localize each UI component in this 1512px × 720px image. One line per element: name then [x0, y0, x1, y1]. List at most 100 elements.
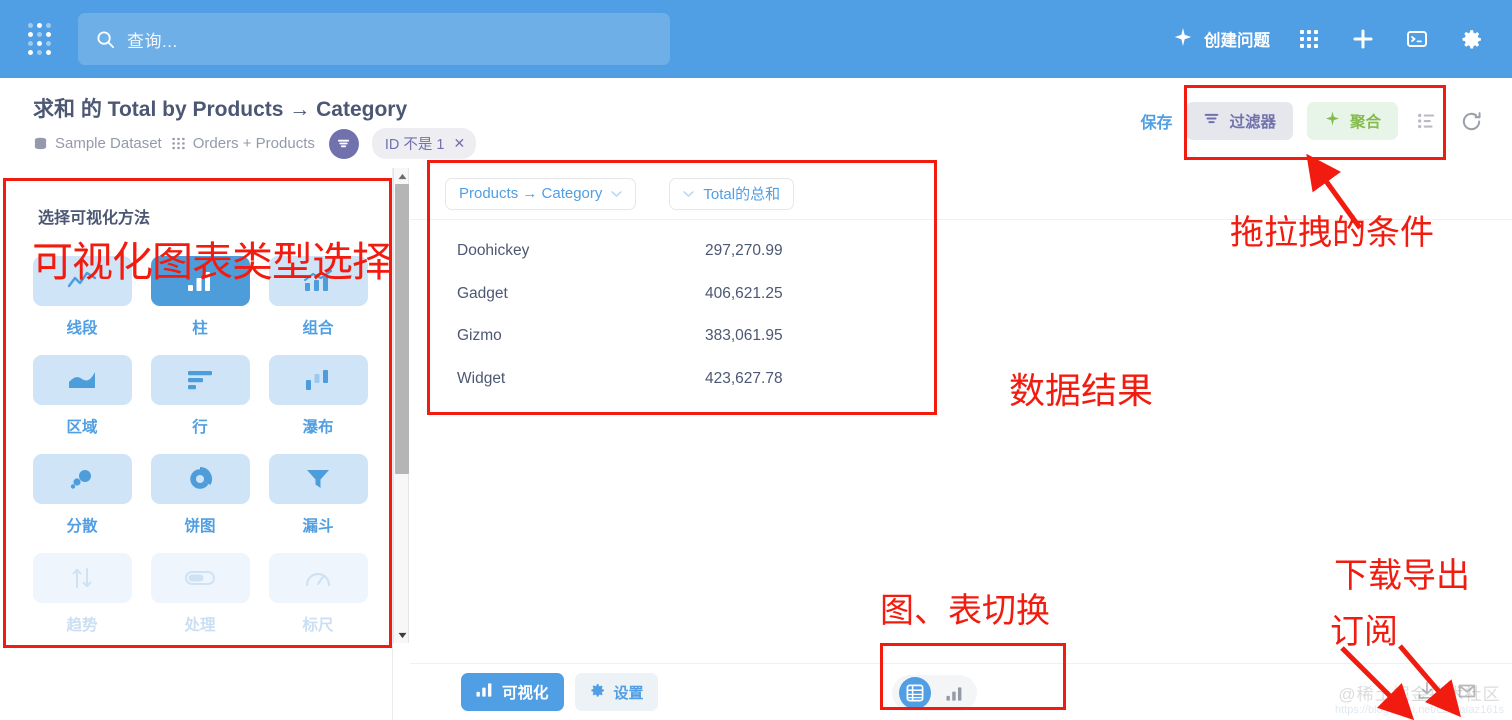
new-question-label: 创建问题 — [1204, 32, 1270, 50]
table-view-icon[interactable] — [899, 677, 931, 709]
viz-option-label: 分散 — [66, 518, 98, 535]
filter-button[interactable]: 过滤器 — [1186, 102, 1293, 140]
viz-option-label: 瀑布 — [302, 419, 334, 436]
close-icon[interactable]: ✕ — [454, 135, 466, 152]
bar-chart-icon — [476, 682, 493, 702]
table-row[interactable]: Doohickey 297,270.99 — [410, 230, 1512, 273]
navbar-actions: 创建问题 — [1172, 24, 1512, 54]
cell-total: 297,270.99 — [705, 242, 783, 260]
bottom-toolbar: 可视化 设置 — [410, 663, 1512, 720]
new-question-button[interactable]: 创建问题 — [1172, 26, 1270, 53]
viz-option-combo[interactable]: 组合 — [266, 256, 370, 338]
cell-total: 406,621.25 — [705, 284, 783, 302]
chart-view-icon[interactable] — [938, 677, 970, 709]
viz-panel-scrollbar[interactable] — [393, 168, 409, 643]
viz-option-trend[interactable]: 趋势 — [30, 553, 134, 635]
summarize-button[interactable]: 聚合 — [1306, 102, 1398, 140]
question-header: 求和 的 Total by Products → Category Sample… — [0, 78, 1512, 168]
viz-option-progress[interactable]: 处理 — [148, 553, 252, 635]
viz-option-label: 线段 — [66, 320, 98, 337]
chevron-down-icon — [683, 185, 695, 202]
progress-icon — [150, 553, 250, 603]
query-result-table: Products → Category Total的总和 Doohickey 2… — [410, 168, 1512, 663]
top-navbar: 查询... 创建问题 — [0, 0, 1512, 78]
cell-total: 423,627.78 — [705, 369, 783, 387]
viz-option-label: 组合 — [302, 320, 334, 337]
viz-option-pie[interactable]: 饼图 — [148, 454, 252, 536]
line-chart-icon — [32, 256, 132, 306]
search-placeholder: 查询... — [127, 31, 178, 51]
breadcrumb: Sample Dataset Orders + Products ID 不是 1… — [33, 128, 477, 159]
scroll-down-icon[interactable] — [394, 627, 410, 643]
viz-option-funnel[interactable]: 漏斗 — [266, 454, 370, 536]
view-toggle-group — [892, 675, 977, 711]
breadcrumb-table[interactable]: Orders + Products — [171, 135, 315, 152]
viz-option-bar[interactable]: 柱 — [148, 256, 252, 338]
table-row[interactable]: Widget 423,627.78 — [410, 358, 1512, 401]
viz-option-label: 趋势 — [66, 617, 98, 634]
viz-option-area[interactable]: 区域 — [30, 355, 134, 437]
table-column-header-category[interactable]: Products → Category — [445, 177, 637, 210]
plus-icon[interactable] — [1348, 24, 1378, 54]
metabase-logo[interactable] — [0, 23, 78, 55]
filter-chip[interactable]: ID 不是 1 ✕ — [371, 128, 477, 159]
page-title-main: Total by Products → Category — [107, 98, 408, 121]
row-chart-icon — [150, 355, 250, 405]
visualization-button[interactable]: 可视化 — [461, 673, 564, 711]
gear-icon — [589, 682, 606, 703]
scrollbar-thumb[interactable] — [395, 184, 409, 474]
sql-terminal-icon[interactable] — [1402, 24, 1432, 54]
viz-option-label: 标尺 — [302, 617, 334, 634]
cell-category: Doohickey — [457, 242, 530, 260]
table-column-header-total[interactable]: Total的总和 — [669, 177, 795, 210]
sparkle-icon — [1172, 26, 1194, 53]
settings-button[interactable]: 设置 — [574, 673, 658, 711]
save-button[interactable]: 保存 — [1140, 109, 1172, 133]
visualization-picker-panel: 选择可视化方法 线段 柱 组合 区域 行 瀑布 分散 饼图 漏斗 趋势 处理 标… — [0, 168, 393, 720]
visualization-button-label: 可视化 — [502, 685, 549, 702]
viz-option-label: 柱 — [192, 320, 208, 337]
search-input[interactable]: 查询... — [78, 13, 670, 65]
table-column-header-total-label: Total的总和 — [703, 186, 781, 203]
page-title[interactable]: 求和 的 Total by Products → Category — [33, 93, 407, 123]
viz-option-gauge[interactable]: 标尺 — [266, 553, 370, 635]
export-actions — [1416, 680, 1478, 707]
cell-category: Gadget — [457, 284, 508, 302]
gear-icon[interactable] — [1456, 24, 1486, 54]
gauge-icon — [268, 553, 368, 603]
waterfall-chart-icon — [268, 355, 368, 405]
table-row[interactable]: Gadget 406,621.25 — [410, 273, 1512, 316]
summarize-sidebar-icon[interactable] — [1412, 106, 1442, 136]
breadcrumb-database[interactable]: Sample Dataset — [33, 135, 162, 152]
viz-option-line[interactable]: 线段 — [30, 256, 134, 338]
table-row[interactable]: Gizmo 383,061.95 — [410, 315, 1512, 358]
database-icon — [33, 136, 48, 151]
apps-grid-icon[interactable] — [1294, 24, 1324, 54]
metabase-question-page: 查询... 创建问题 求和 的 Total by Products → Cate… — [0, 0, 1512, 720]
page-title-prefix: 求和 的 — [33, 98, 108, 121]
scroll-up-icon[interactable] — [394, 168, 410, 184]
breadcrumb-database-label: Sample Dataset — [55, 135, 162, 152]
viz-option-label: 漏斗 — [302, 518, 334, 535]
chevron-down-icon — [611, 185, 623, 202]
summarize-button-label: 聚合 — [1349, 114, 1381, 131]
refresh-icon[interactable] — [1456, 106, 1486, 136]
table-column-header-category-label: Products → Category — [459, 185, 603, 202]
table-header-row: Products → Category Total的总和 — [410, 168, 1512, 220]
viz-option-waterfall[interactable]: 瀑布 — [266, 355, 370, 437]
search-icon — [96, 30, 115, 49]
viz-option-label: 处理 — [184, 617, 216, 634]
cell-category: Gizmo — [457, 327, 502, 345]
breadcrumb-table-label: Orders + Products — [192, 135, 315, 152]
sparkle-icon — [1324, 110, 1341, 132]
viz-option-row[interactable]: 行 — [148, 355, 252, 437]
viz-option-scatter[interactable]: 分散 — [30, 454, 134, 536]
subscribe-icon[interactable] — [1456, 680, 1478, 707]
filter-toggle-icon[interactable] — [328, 128, 359, 159]
logo-dots-icon — [27, 23, 51, 55]
filter-icon — [1203, 110, 1220, 132]
area-chart-icon — [32, 355, 132, 405]
download-icon[interactable] — [1416, 680, 1438, 707]
cell-total: 383,061.95 — [705, 327, 783, 345]
trend-icon — [32, 553, 132, 603]
